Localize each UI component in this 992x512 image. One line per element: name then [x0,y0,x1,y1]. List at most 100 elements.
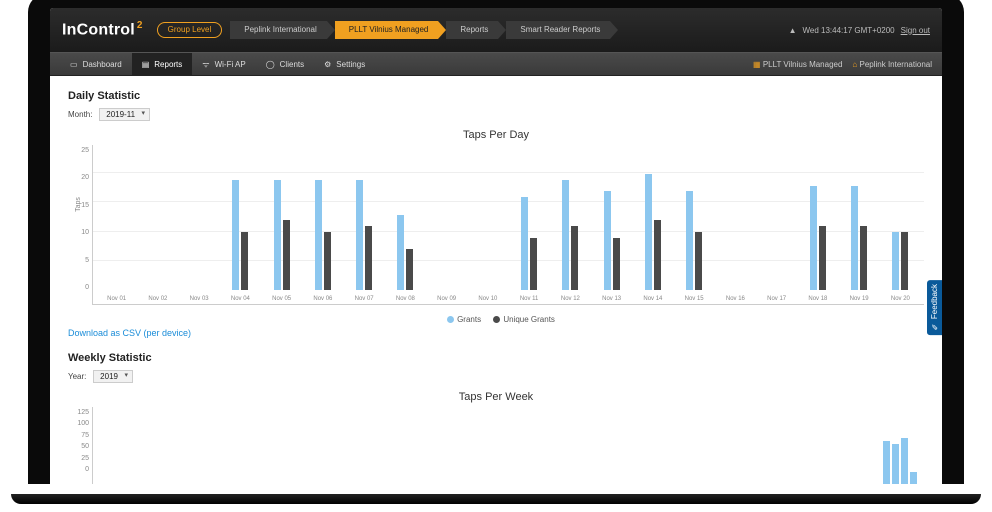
breadcrumb-item[interactable]: Peplink International [230,21,327,39]
bar-grants[interactable] [397,215,404,290]
bar-unique[interactable] [819,226,826,290]
nav-settings[interactable]: ⚙Settings [314,53,375,75]
bar-category: Nov 03 [180,145,219,304]
content-area: Daily Statistic Month: 2019-11 Taps Per … [50,76,942,484]
x-label: Nov 14 [633,293,672,305]
ytick: 25 [68,147,92,154]
bar-category: Nov 19 [840,145,879,304]
ytick: 75 [68,432,92,439]
bar-unique[interactable] [613,238,620,290]
nav-right-label: PLLT Vilnius Managed [763,60,843,69]
bar-unique[interactable] [860,226,867,290]
ytick: 100 [68,420,92,427]
x-label: Nov 17 [757,293,796,305]
ytick: 0 [68,284,92,291]
bar-grants[interactable] [645,174,652,290]
bar-grants[interactable] [604,191,611,290]
daily-plot: Nov 01Nov 02Nov 03Nov 04Nov 05Nov 06Nov … [92,145,924,305]
topbar: InControl2 Group Level Peplink Internatio… [50,8,942,52]
bar-unique[interactable] [283,220,290,290]
bar-category: Nov 15 [675,145,714,304]
bar-grants[interactable] [274,180,281,290]
weekly-plot [92,407,924,484]
ytick: 25 [68,455,92,462]
legend-unique: Unique Grants [503,315,555,324]
bar-category: Nov 05 [262,145,301,304]
breadcrumb-item[interactable]: Group Level [157,22,223,38]
ytick: 0 [68,466,92,473]
nav-icon: ▤ [142,60,150,69]
nav-wi-fi-ap[interactable]: ᯤWi-Fi AP [192,53,255,75]
feedback-label: Feedback [930,284,939,319]
legend-grants: Grants [457,315,481,324]
nav-icon: ▭ [70,60,78,69]
bar-unique[interactable] [324,232,331,290]
bar-unique[interactable] [571,226,578,290]
breadcrumb-item[interactable]: Smart Reader Reports [506,21,610,39]
bar-category: Nov 01 [97,145,136,304]
y-axis: 2520151050 [68,145,92,305]
daily-chart-title: Taps Per Day [68,129,924,141]
bar-grants[interactable] [686,191,693,290]
bar-unique[interactable] [530,238,537,290]
bar-unique[interactable] [695,232,702,290]
bar-category: Nov 06 [303,145,342,304]
nav-label: Dashboard [83,60,122,69]
bar-grants[interactable] [232,180,239,290]
bar-category: Nov 18 [798,145,837,304]
nav-right-item[interactable]: ▦ PLLT Vilnius Managed [753,60,842,69]
feedback-tab[interactable]: ✎ Feedback [927,280,942,335]
nav-reports[interactable]: ▤Reports [132,53,193,75]
nav-icon: ⚙ [324,60,331,69]
clock-text: Wed 13:44:17 GMT+0200 [803,26,895,35]
bar-grants[interactable] [562,180,569,290]
x-label: Nov 16 [716,293,755,305]
bar-unique[interactable] [365,226,372,290]
year-select[interactable]: 2019 [93,370,133,383]
signout-link[interactable]: Sign out [901,26,930,35]
x-label: Nov 19 [840,293,879,305]
nav-icon: ᯤ [202,59,209,70]
bar-category: Nov 20 [881,145,920,304]
brand-logo[interactable]: InControl2 [62,20,143,39]
topbar-right: ▲ Wed 13:44:17 GMT+0200 Sign out [789,26,930,35]
month-select[interactable]: 2019-11 [99,108,150,121]
laptop-bezel: InControl2 Group Level Peplink Internatio… [28,0,964,484]
breadcrumb-item[interactable]: Reports [446,21,498,39]
bar-grants[interactable] [315,180,322,290]
breadcrumb-item[interactable]: PLLT Vilnius Managed [335,21,439,39]
bar-unique[interactable] [241,232,248,290]
brand-sup: 2 [137,20,143,31]
ytick: 20 [68,174,92,181]
bar-unique[interactable] [654,220,661,290]
x-label: Nov 01 [97,293,136,305]
x-label: Nov 18 [798,293,837,305]
bell-icon[interactable]: ▲ [789,26,797,35]
download-csv-link[interactable]: Download as CSV (per device) [68,328,191,338]
bar-grants[interactable] [810,186,817,290]
legend-swatch-unique [493,316,500,323]
bar-category: Nov 08 [386,145,425,304]
x-label: Nov 10 [468,293,507,305]
bar-unique[interactable] [901,232,908,290]
ytick: 5 [68,257,92,264]
bar-grants[interactable] [851,186,858,290]
x-label: Nov 06 [303,293,342,305]
x-label: Nov 20 [881,293,920,305]
bar-category: Nov 17 [757,145,796,304]
bar-grants[interactable] [356,180,363,290]
year-value: 2019 [100,372,118,381]
bar-category: Nov 16 [716,145,755,304]
weekly-chart-title: Taps Per Week [68,391,924,403]
bar-unique[interactable] [406,249,413,290]
nav-dashboard[interactable]: ▭ Dashboard [60,53,132,75]
bar-category: Nov 12 [551,145,590,304]
nav-clients[interactable]: ◯Clients [256,53,314,75]
nav-right-item[interactable]: ⌂ Peplink International [852,60,932,69]
legend-swatch-grants [447,316,454,323]
ytick: 50 [68,443,92,450]
weekly-chart: 1251007550250 [68,407,924,484]
bar-grants[interactable] [521,197,528,290]
bar-category: Nov 04 [221,145,260,304]
bar-grants[interactable] [892,232,899,290]
